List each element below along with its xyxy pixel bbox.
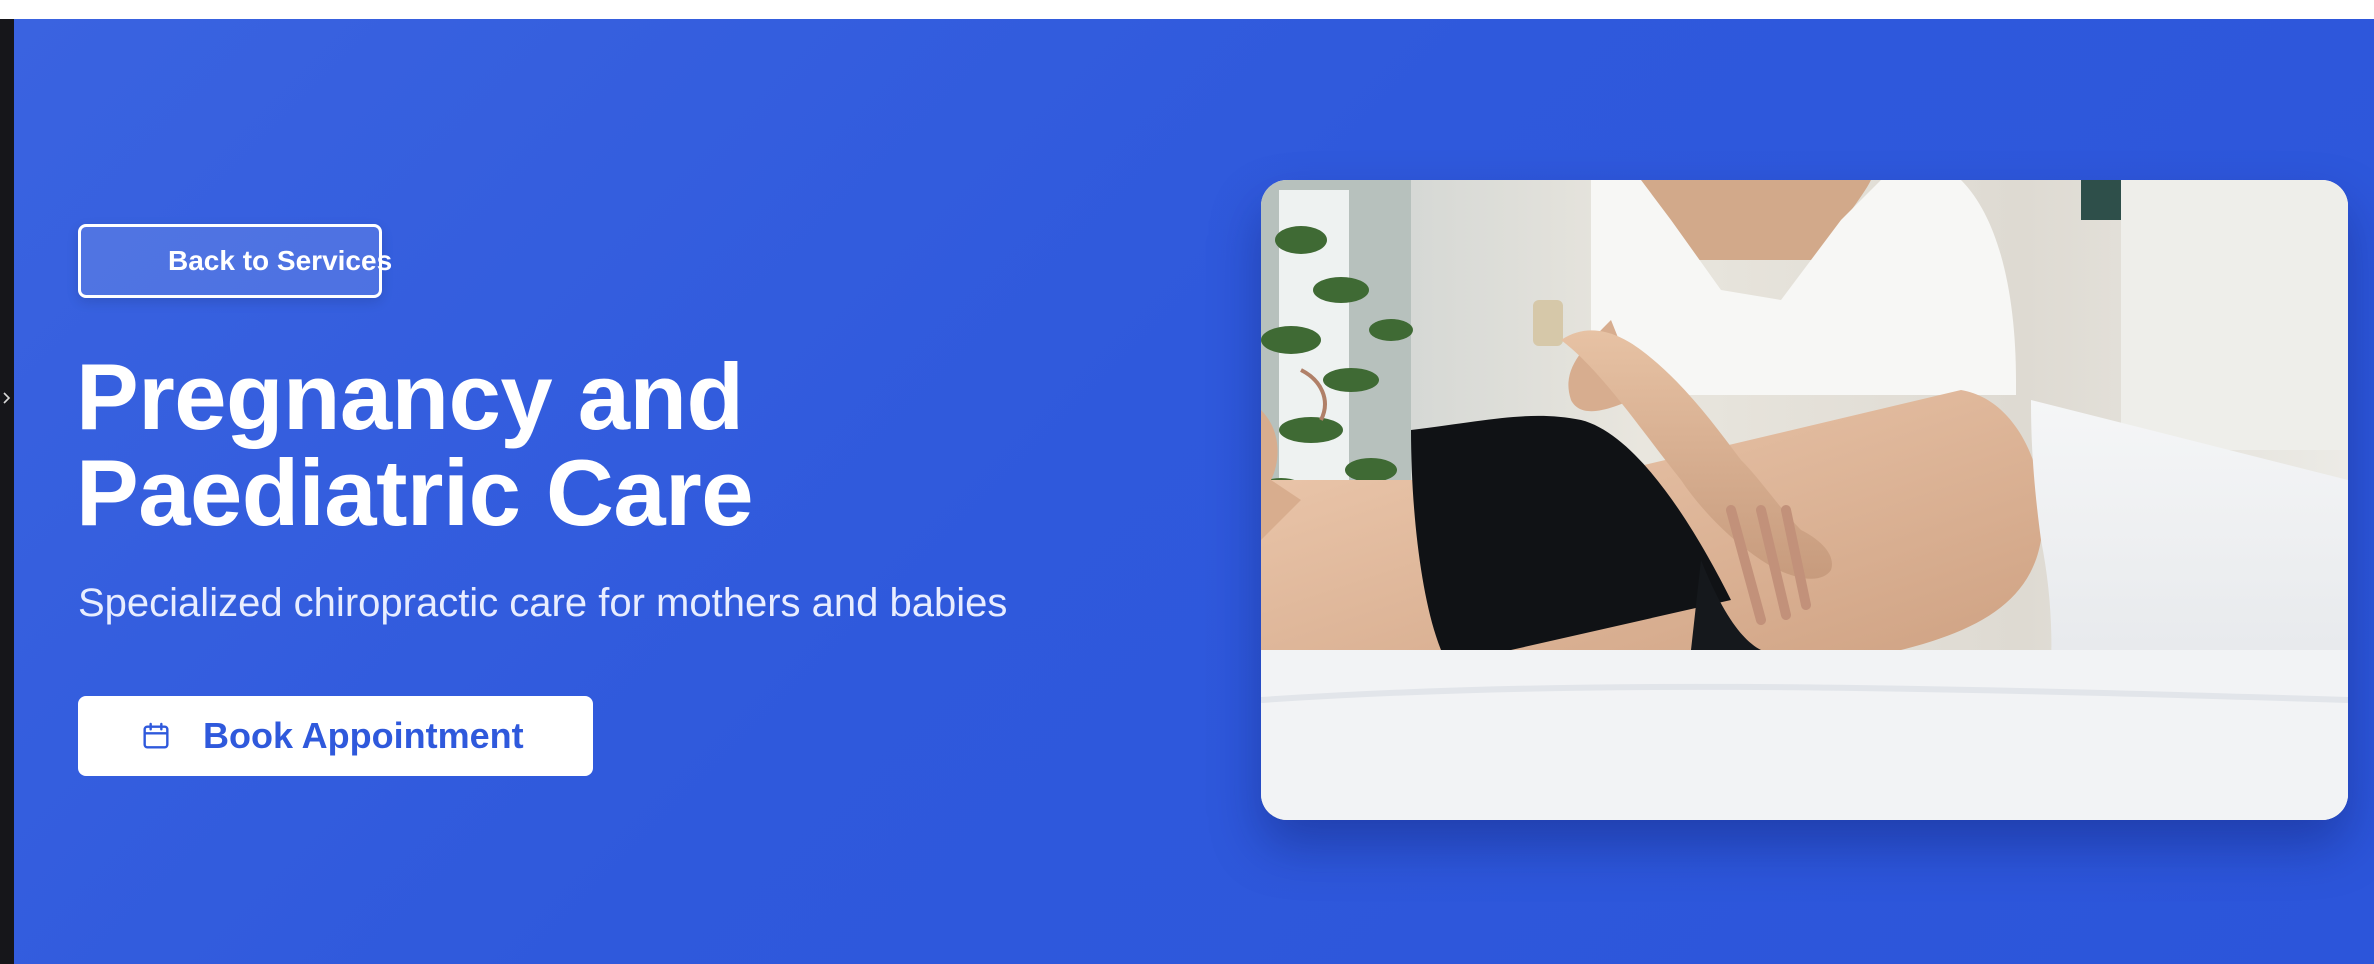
back-to-services-button[interactable]: Back to Services	[78, 224, 392, 298]
page: Back to Services Pregnancy and Paediatri…	[0, 0, 2374, 964]
page-title: Pregnancy and Paediatric Care	[76, 349, 1126, 541]
pregnancy-massage-photo	[1261, 180, 2348, 820]
back-to-services-label: Back to Services	[168, 245, 393, 276]
calendar-icon	[143, 722, 169, 749]
page-title-line-2: Paediatric Care	[76, 440, 753, 545]
page-title-line-1: Pregnancy and	[76, 344, 744, 449]
hero-section: Back to Services Pregnancy and Paediatri…	[14, 19, 2374, 964]
book-appointment-button[interactable]: Book Appointment	[78, 696, 593, 776]
book-appointment-label: Book Appointment	[203, 715, 524, 756]
side-panel-rail[interactable]	[0, 19, 14, 964]
page-subtitle: Specialized chiropractic care for mother…	[78, 581, 1008, 625]
hero-image	[1261, 180, 2348, 820]
chevron-right-icon[interactable]	[1, 387, 13, 409]
top-bar	[0, 0, 2374, 19]
